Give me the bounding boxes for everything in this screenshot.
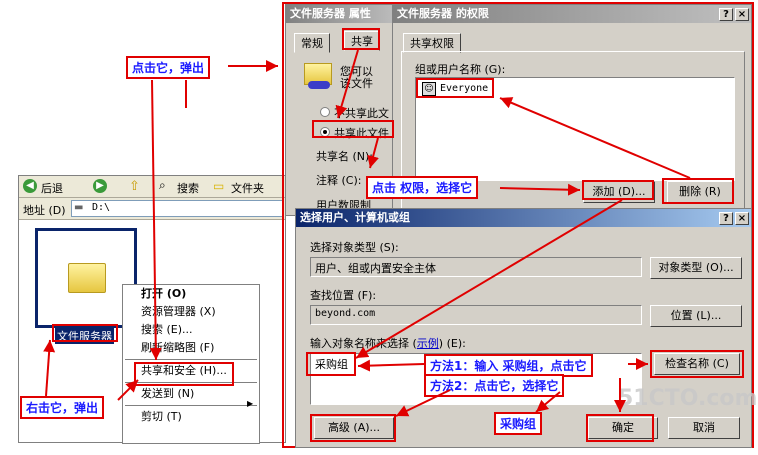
arrow-right-click-to-menu <box>117 379 139 401</box>
arrow-remove-to-everyone <box>499 97 691 179</box>
arrow-method2-to-advanced <box>395 389 451 417</box>
arrow-share-tab-to-radio <box>335 49 359 119</box>
arrow-popup-to-menu <box>149 79 162 361</box>
arrow-click-permission-to-add <box>499 183 581 196</box>
arrow-add-to-input <box>355 199 623 359</box>
arrow-method2-to-group <box>535 391 561 413</box>
arrow-right-click-to-folder <box>43 339 56 397</box>
arrow-method1-to-input <box>357 359 425 372</box>
annotation-arrows <box>43 49 691 417</box>
arrow-radio-to-sharename <box>367 137 379 169</box>
